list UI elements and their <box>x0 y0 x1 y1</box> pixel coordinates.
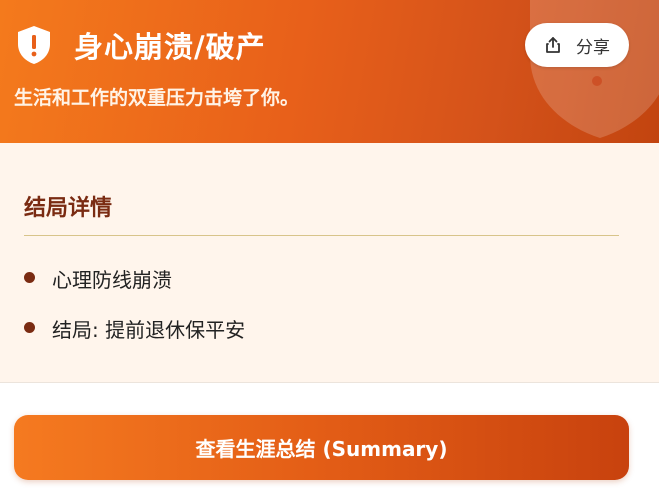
list-item-text: 心理防线崩溃 <box>52 267 172 292</box>
shield-icon <box>530 0 659 138</box>
ending-details-panel: 结局详情 心理防线崩溃 结局: 提前退休保平安 <box>0 143 659 383</box>
footer: 查看生涯总结 (Summary) <box>0 383 659 500</box>
list-item: 结局: 提前退休保平安 <box>24 306 245 356</box>
ending-header: 身心崩溃/破产 生活和工作的双重压力击垮了你。 分享 <box>0 0 659 143</box>
view-summary-button[interactable]: 查看生涯总结 (Summary) <box>14 415 629 480</box>
view-summary-label: 查看生涯总结 (Summary) <box>195 437 448 461</box>
shield-alert-icon <box>16 25 52 65</box>
bullet-icon <box>24 271 35 283</box>
page-subtitle: 生活和工作的双重压力击垮了你。 <box>14 87 300 109</box>
list-item: 心理防线崩溃 <box>24 256 245 306</box>
details-title: 结局详情 <box>24 196 113 221</box>
page-title: 身心崩溃/破产 <box>74 30 266 64</box>
share-icon <box>546 37 560 53</box>
title-row: 身心崩溃/破产 <box>16 24 266 66</box>
list-item-text: 结局: 提前退休保平安 <box>52 317 246 342</box>
divider <box>24 235 619 236</box>
bullet-icon <box>24 321 35 333</box>
share-label: 分享 <box>576 37 610 58</box>
details-list: 心理防线崩溃 结局: 提前退休保平安 <box>24 256 245 356</box>
share-button[interactable]: 分享 <box>525 23 629 67</box>
